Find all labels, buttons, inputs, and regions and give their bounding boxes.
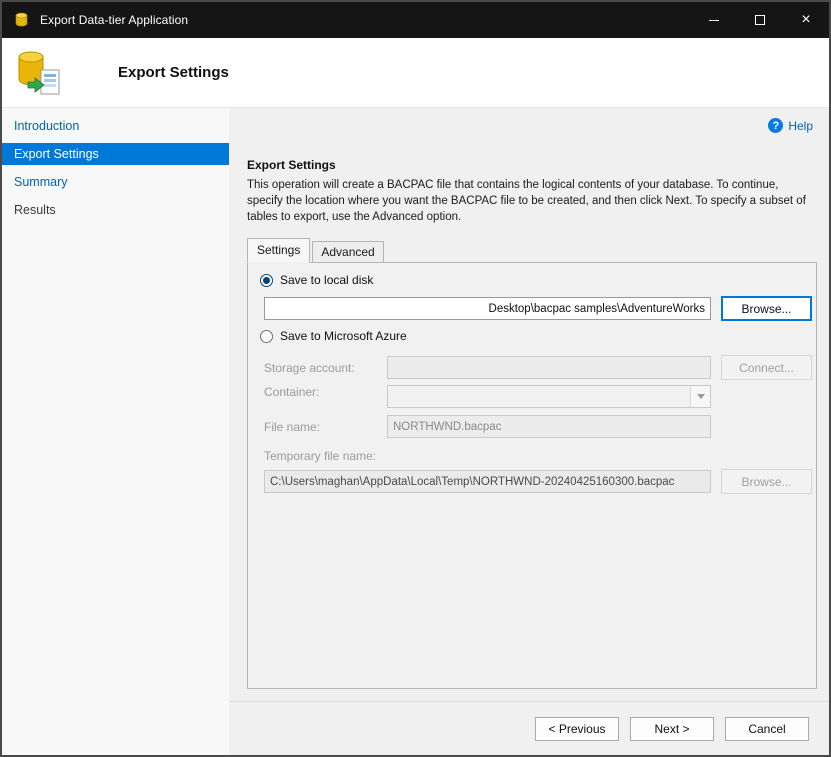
sidebar-item-label: Summary — [14, 175, 67, 189]
sidebar-item-label: Results — [14, 203, 56, 217]
sidebar-item-label: Export Settings — [14, 147, 99, 161]
container-label: Container: — [264, 385, 387, 399]
previous-button[interactable]: < Previous — [535, 717, 619, 741]
wizard-footer: < Previous Next > Cancel — [229, 701, 829, 755]
storage-account-label: Storage account: — [264, 361, 387, 375]
sidebar-item-label: Introduction — [14, 119, 79, 133]
export-data-tier-application-window: Export Data-tier Application × — [0, 0, 831, 757]
window-title: Export Data-tier Application — [40, 13, 188, 27]
wizard-header: Export Settings — [2, 38, 829, 108]
cancel-button[interactable]: Cancel — [725, 717, 809, 741]
local-disk-browse-button[interactable]: Browse... — [721, 296, 812, 321]
sidebar-item-summary[interactable]: Summary — [2, 168, 229, 196]
help-label: Help — [788, 119, 813, 133]
sidebar-item-introduction[interactable]: Introduction — [2, 112, 229, 140]
tab-settings[interactable]: Settings — [247, 238, 310, 263]
window-controls: × — [691, 2, 829, 38]
close-icon: × — [801, 12, 810, 28]
database-icon — [14, 12, 30, 28]
save-azure-radio[interactable] — [260, 330, 273, 343]
local-disk-path-input[interactable] — [264, 297, 711, 320]
tab-label: Advanced — [321, 245, 374, 259]
save-local-disk-radio[interactable] — [260, 274, 273, 287]
page-title: Export Settings — [118, 64, 229, 81]
sidebar-item-results[interactable]: Results — [2, 196, 229, 224]
temporary-file-browse-button[interactable]: Browse... — [721, 469, 812, 494]
temporary-file-name-input[interactable] — [264, 470, 711, 493]
temporary-file-name-label: Temporary file name: — [264, 449, 376, 463]
settings-tab-panel: Save to local disk Browse... Save to Mic… — [247, 262, 817, 689]
tab-label: Settings — [257, 243, 300, 257]
save-local-disk-label[interactable]: Save to local disk — [280, 273, 373, 287]
file-name-input[interactable] — [387, 415, 711, 438]
file-name-label: File name: — [264, 420, 387, 434]
connect-button[interactable]: Connect... — [721, 355, 812, 380]
minimize-icon — [709, 20, 719, 21]
wizard-steps-sidebar: Introduction Export Settings Summary Res… — [2, 108, 229, 755]
main-pane: ? Help Export Settings This operation wi… — [229, 108, 829, 755]
maximize-icon — [755, 15, 765, 25]
main-content: Export Settings This operation will crea… — [229, 108, 829, 701]
help-link[interactable]: ? Help — [768, 118, 813, 133]
tab-advanced[interactable]: Advanced — [312, 241, 383, 263]
storage-account-input[interactable] — [387, 356, 711, 379]
maximize-button[interactable] — [737, 2, 783, 38]
close-button[interactable]: × — [783, 2, 829, 38]
section-description: This operation will create a BACPAC file… — [247, 177, 817, 225]
sidebar-item-export-settings[interactable]: Export Settings — [2, 143, 229, 165]
section-title: Export Settings — [247, 158, 829, 172]
titlebar[interactable]: Export Data-tier Application × — [2, 2, 829, 38]
save-azure-label[interactable]: Save to Microsoft Azure — [280, 329, 407, 343]
settings-tab-strip: Settings Advanced — [247, 238, 829, 262]
container-select[interactable] — [387, 385, 711, 408]
container-select-arrow[interactable] — [690, 386, 710, 407]
chevron-down-icon — [697, 394, 705, 399]
next-button[interactable]: Next > — [630, 717, 714, 741]
help-icon: ? — [768, 118, 783, 133]
export-database-icon — [16, 49, 62, 97]
minimize-button[interactable] — [691, 2, 737, 38]
